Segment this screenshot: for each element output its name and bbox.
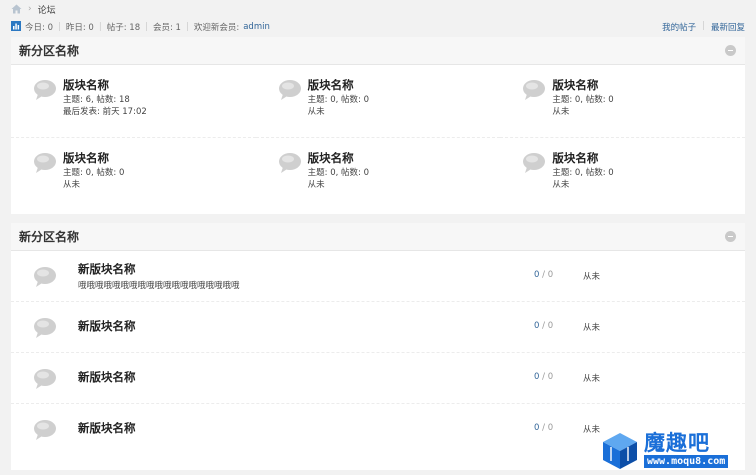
- stat-separator: |: [145, 22, 148, 32]
- forum-last-post: 从未: [307, 180, 325, 190]
- forum-stats: 主题: 0, 帖数: 0: [552, 94, 614, 105]
- links-separator: |: [702, 21, 705, 31]
- forum-name-link[interactable]: 新版块名称: [78, 261, 136, 277]
- count-separator: /: [539, 270, 548, 280]
- forum-name-link[interactable]: 版块名称: [308, 79, 369, 92]
- forum-last-post: 从未: [583, 374, 601, 384]
- forum-bubble-icon: [34, 369, 56, 389]
- forum-cell: 版块名称 主题: 6, 帖数: 18 最后发表: 前天 17:02: [11, 65, 256, 138]
- forum-name-link[interactable]: 版块名称: [552, 79, 613, 92]
- forum-counts: 0 / 0: [534, 270, 553, 280]
- stat-separator: |: [98, 22, 102, 32]
- forum-list: 新版块名称 哦哦哦哦哦哦哦哦哦哦哦哦哦哦哦哦哦哦哦 0 / 0 从未 新版块名称…: [11, 251, 745, 455]
- latest-replies-link[interactable]: 最新回复: [711, 21, 745, 33]
- forum-stats: 主题: 6, 帖数: 18: [63, 94, 130, 105]
- forum-stats: 主题: 0, 帖数: 0: [552, 167, 614, 178]
- forum-last-post[interactable]: 最后发表: 前天 17:02: [63, 106, 147, 119]
- collapse-icon[interactable]: [725, 231, 736, 242]
- section-header: 新分区名称: [11, 223, 745, 251]
- forum-name-link[interactable]: 版块名称: [308, 152, 369, 165]
- forum-stats: 主题: 0, 帖数: 0: [307, 167, 370, 178]
- stat-separator: |: [57, 22, 61, 32]
- forum-bubble-icon: [523, 80, 546, 100]
- post-count: 0: [547, 270, 554, 280]
- forum-bubble-icon: [34, 80, 56, 100]
- section-title[interactable]: 新分区名称: [19, 228, 79, 245]
- watermark-brand: 魔趣吧: [644, 431, 710, 455]
- cube-logo-icon: [603, 433, 637, 469]
- breadcrumb: › 论坛: [11, 3, 56, 16]
- forum-description: 哦哦哦哦哦哦哦哦哦哦哦哦哦哦哦哦哦哦哦: [78, 281, 240, 291]
- forum-stats: 主题: 0, 帖数: 0: [307, 94, 370, 105]
- count-separator: /: [539, 423, 548, 433]
- count-separator: /: [539, 321, 548, 331]
- collapse-icon[interactable]: [725, 45, 736, 56]
- forum-last-post: 从未: [552, 180, 570, 190]
- stats-bar: 今日: 0 | 昨日: 0 | 帖子: 18 | 会员: 1 | 欢迎新会员: …: [11, 20, 745, 34]
- post-count: 0: [547, 321, 554, 331]
- my-posts-link[interactable]: 我的帖子: [662, 21, 696, 33]
- forum-bubble-icon: [34, 153, 56, 173]
- newest-member-link[interactable]: admin: [243, 22, 270, 32]
- stat-today: 今日: 0: [25, 23, 53, 33]
- forum-cell: 版块名称 主题: 0, 帖数: 0 从未: [11, 138, 256, 211]
- forum-grid: 版块名称 主题: 6, 帖数: 18 最后发表: 前天 17:02 版块名称 主…: [11, 65, 745, 211]
- breadcrumb-current[interactable]: 论坛: [38, 3, 56, 16]
- stat-separator: |: [185, 22, 189, 32]
- forum-cell: 版块名称 主题: 0, 帖数: 0 从未: [256, 138, 501, 211]
- forum-last-post: 从未: [583, 425, 601, 435]
- forum-counts: 0 / 0: [534, 423, 553, 433]
- breadcrumb-separator: ›: [28, 4, 32, 14]
- forum-cell: 版块名称 主题: 0, 帖数: 0 从未: [255, 65, 501, 138]
- forum-bubble-icon: [523, 153, 546, 173]
- count-separator: /: [539, 372, 548, 382]
- forum-stats: 主题: 0, 帖数: 0: [63, 167, 125, 178]
- forum-bubble-icon: [34, 267, 56, 287]
- forum-bubble-icon: [34, 318, 56, 338]
- forum-last-post: 从未: [552, 107, 570, 117]
- forum-row: 新版块名称 哦哦哦哦哦哦哦哦哦哦哦哦哦哦哦哦哦哦哦 0 / 0 从未: [11, 251, 745, 302]
- forum-name-link[interactable]: 版块名称: [63, 152, 124, 165]
- watermark-url: www.moqu8.com: [644, 455, 729, 468]
- forum-bubble-icon: [278, 153, 301, 173]
- section-title[interactable]: 新分区名称: [19, 42, 79, 59]
- forum-name-link[interactable]: 新版块名称: [78, 420, 136, 436]
- post-count: 0: [547, 372, 554, 382]
- stat-members: 会员: 1: [152, 23, 181, 33]
- section-header: 新分区名称: [11, 37, 745, 65]
- forum-bubble-icon: [278, 80, 301, 100]
- forum-last-post: 从未: [63, 180, 81, 190]
- forum-row: 新版块名称 0 / 0 从未: [11, 353, 745, 404]
- forum-cell: 版块名称 主题: 0, 帖数: 0 从未: [500, 65, 745, 138]
- forum-bubble-icon: [34, 420, 56, 440]
- forum-counts: 0 / 0: [534, 372, 553, 382]
- forum-last-post: 从未: [583, 272, 601, 282]
- forum-last-post: 从未: [307, 107, 325, 117]
- forum-last-post: 从未: [583, 323, 601, 333]
- stat-yesterday: 昨日: 0: [65, 23, 94, 33]
- forum-name-link[interactable]: 新版块名称: [78, 318, 136, 334]
- forum-name-link[interactable]: 版块名称: [552, 152, 613, 165]
- stats-chart-icon: [11, 20, 21, 34]
- forum-row: 新版块名称 0 / 0 从未: [11, 302, 745, 353]
- forum-name-link[interactable]: 版块名称: [63, 79, 147, 92]
- stat-welcome: 欢迎新会员:: [193, 23, 240, 33]
- post-count: 0: [547, 423, 554, 433]
- watermark: 魔趣吧 www.moqu8.com: [600, 431, 748, 471]
- forum-cell: 版块名称 主题: 0, 帖数: 0 从未: [500, 138, 745, 211]
- forum-name-link[interactable]: 新版块名称: [78, 369, 136, 385]
- home-icon[interactable]: [11, 4, 22, 14]
- stat-posts: 帖子: 18: [106, 23, 141, 33]
- forum-counts: 0 / 0: [534, 321, 553, 331]
- forum-section-1: 新分区名称 版块名称 主题: 6, 帖数: 18 最后发表: 前天 17:02 …: [11, 37, 745, 214]
